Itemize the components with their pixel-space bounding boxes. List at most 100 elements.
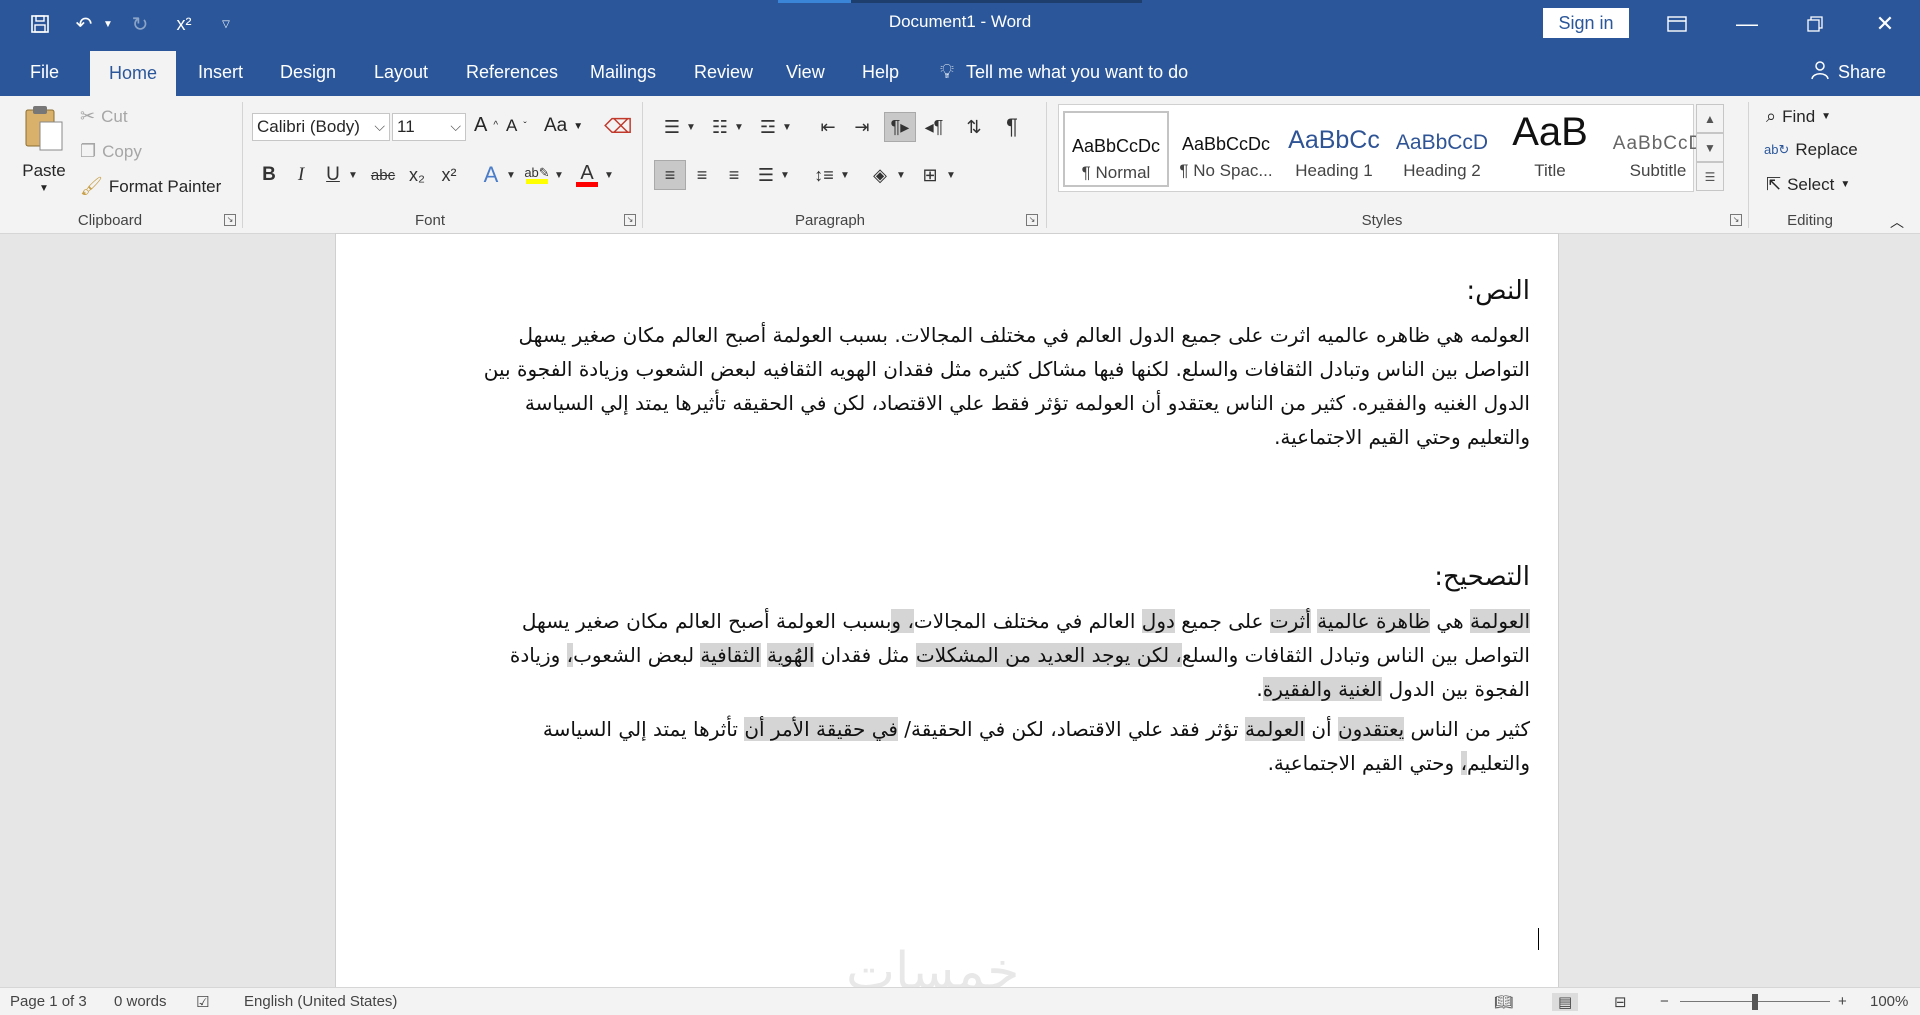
style-name: ¶ No Spac... (1179, 161, 1273, 180)
print-layout-icon[interactable]: ▤ (1552, 993, 1579, 1011)
font-name-value: Calibri (Body) (257, 117, 360, 136)
style-no-spacing[interactable]: AaBbCcDc ¶ No Spac... (1173, 111, 1279, 187)
italic-button[interactable]: I (286, 160, 316, 190)
text-run: . (1256, 677, 1263, 701)
tab-mailings[interactable]: Mailings (578, 48, 668, 96)
line-spacing-dropdown-icon[interactable]: ▼ (838, 160, 852, 190)
document-content[interactable]: النص: العولمه هي ظاهره عالميه اثرت على ج… (476, 276, 1530, 780)
ribbon-display-options-icon[interactable] (1646, 0, 1708, 48)
style-normal[interactable]: AaBbCcDc ¶ Normal (1063, 111, 1169, 187)
text-run: وحتي القيم الاجتماعية. (1267, 751, 1461, 775)
text-run: مثل فقدان (814, 643, 916, 667)
gallery-more-icon[interactable]: ☰ (1696, 162, 1724, 191)
collapse-ribbon-icon[interactable]: ︿ (1890, 212, 1904, 232)
web-layout-icon[interactable]: ⊟ (1614, 993, 1627, 1011)
style-title[interactable]: AaB Title (1497, 111, 1603, 187)
tab-view[interactable]: View (774, 48, 837, 96)
shading-icon[interactable]: ◈ (864, 160, 896, 190)
tab-home[interactable]: Home (90, 51, 176, 96)
proofing-icon[interactable]: ☑ (196, 993, 209, 1011)
text-effects-dropdown-icon[interactable]: ▼ (504, 160, 518, 190)
document-page[interactable]: النص: العولمه هي ظاهره عالميه اثرت على ج… (336, 234, 1558, 994)
chevron-down-icon: ⌵ (374, 118, 385, 134)
highlight-button[interactable]: ab✎ (522, 160, 552, 190)
ltr-direction-icon[interactable]: ¶▸ (884, 112, 916, 142)
restore-icon[interactable] (1784, 0, 1846, 48)
copy-button[interactable]: ❐ Copy (80, 141, 142, 162)
subscript-button[interactable]: x₂ (402, 160, 432, 190)
borders-icon[interactable]: ⊞ (914, 160, 946, 190)
text-effects-button[interactable]: A (476, 160, 506, 190)
font-size-dropdown[interactable]: 11 ⌵ (392, 113, 466, 141)
zoom-out-icon[interactable]: − (1660, 993, 1669, 1010)
shrink-font-button[interactable]: Aˇ (506, 116, 527, 136)
replace-button[interactable]: ab↻ Replace (1764, 140, 1858, 160)
align-right-icon[interactable]: ≡ (718, 160, 750, 190)
shading-dropdown-icon[interactable]: ▼ (894, 160, 908, 190)
decrease-indent-icon[interactable]: ⇤ (812, 112, 844, 142)
strikethrough-button[interactable]: abc (368, 160, 398, 190)
underline-button[interactable]: U (318, 160, 348, 190)
tab-design[interactable]: Design (268, 48, 348, 96)
tab-help[interactable]: Help (850, 48, 911, 96)
sort-icon[interactable]: ⇅ (958, 112, 990, 142)
tab-references[interactable]: References (454, 48, 570, 96)
close-icon[interactable]: ✕ (1854, 0, 1916, 48)
language[interactable]: English (United States) (244, 993, 397, 1010)
multilevel-dropdown-icon[interactable]: ▼ (780, 112, 794, 142)
increase-indent-icon[interactable]: ⇥ (846, 112, 878, 142)
bullets-dropdown-icon[interactable]: ▼ (684, 112, 698, 142)
line-spacing-icon[interactable]: ↕≡ (808, 160, 840, 190)
superscript-button[interactable]: x² (434, 160, 464, 190)
highlighted-correction: الغنية والفقيرة (1262, 677, 1383, 701)
font-name-dropdown[interactable]: Calibri (Body) ⌵ (252, 113, 390, 141)
tab-insert[interactable]: Insert (186, 48, 255, 96)
justify-dropdown-icon[interactable]: ▼ (778, 160, 792, 190)
select-button[interactable]: ⇱ Select ▼ (1766, 174, 1850, 195)
paragraph-launcher-icon[interactable]: ↘ (1026, 214, 1038, 226)
share-button[interactable]: Share (1810, 48, 1886, 96)
rtl-direction-icon[interactable]: ◂¶ (918, 112, 950, 142)
sign-in-button[interactable]: Sign in (1543, 8, 1629, 38)
zoom-slider-thumb[interactable] (1752, 994, 1758, 1010)
highlight-dropdown-icon[interactable]: ▼ (552, 160, 566, 190)
format-painter-button[interactable]: 🖌︎ Format Painter (80, 176, 221, 197)
read-mode-icon[interactable]: 📖︎ (1494, 993, 1513, 1011)
change-case-button[interactable]: Aa ▼ (544, 115, 583, 137)
align-left-icon[interactable]: ≡ (654, 160, 686, 190)
font-color-icon: A (580, 161, 594, 184)
align-center-icon[interactable]: ≡ (686, 160, 718, 190)
heading-original-text: النص: (1466, 276, 1530, 306)
cut-button[interactable]: ✂ Cut (80, 106, 128, 127)
font-launcher-icon[interactable]: ↘ (624, 214, 636, 226)
paste-button[interactable]: Paste ▼ (16, 104, 72, 194)
underline-dropdown-icon[interactable]: ▼ (346, 160, 360, 190)
style-heading-2[interactable]: AaBbCcD Heading 2 (1389, 111, 1495, 187)
numbering-dropdown-icon[interactable]: ▼ (732, 112, 746, 142)
ribbon-tabs: File Home Insert Design Layout Reference… (0, 48, 1920, 96)
minimize-icon[interactable]: — (1716, 0, 1778, 48)
font-color-button[interactable]: A (572, 160, 602, 190)
tell-me-search[interactable]: 💡︎ Tell me what you want to do (940, 48, 1188, 96)
find-button[interactable]: ⌕ Find ▼ (1766, 106, 1831, 127)
tab-review[interactable]: Review (682, 48, 765, 96)
word-count[interactable]: 0 words (114, 993, 167, 1010)
show-formatting-marks-icon[interactable]: ¶ (996, 112, 1028, 142)
zoom-in-icon[interactable]: + (1838, 993, 1847, 1010)
clipboard-launcher-icon[interactable]: ↘ (224, 214, 236, 226)
highlighted-correction: ، (1169, 643, 1182, 667)
tab-layout[interactable]: Layout (362, 48, 440, 96)
page-count[interactable]: Page 1 of 3 (10, 993, 87, 1010)
style-sample: AaBbCc (1288, 126, 1380, 154)
style-heading-1[interactable]: AaBbCc Heading 1 (1281, 111, 1387, 187)
tab-file[interactable]: File (18, 48, 71, 96)
gallery-up-icon[interactable]: ▲ (1696, 104, 1724, 133)
borders-dropdown-icon[interactable]: ▼ (944, 160, 958, 190)
grow-font-button[interactable]: A ^ (474, 114, 498, 137)
gallery-down-icon[interactable]: ▼ (1696, 133, 1724, 162)
paintbrush-icon: 🖌︎ (80, 176, 103, 196)
bold-button[interactable]: B (254, 160, 284, 190)
zoom-level[interactable]: 100% (1870, 993, 1908, 1010)
font-color-dropdown-icon[interactable]: ▼ (602, 160, 616, 190)
clear-formatting-button[interactable]: ⌫ (604, 114, 632, 139)
